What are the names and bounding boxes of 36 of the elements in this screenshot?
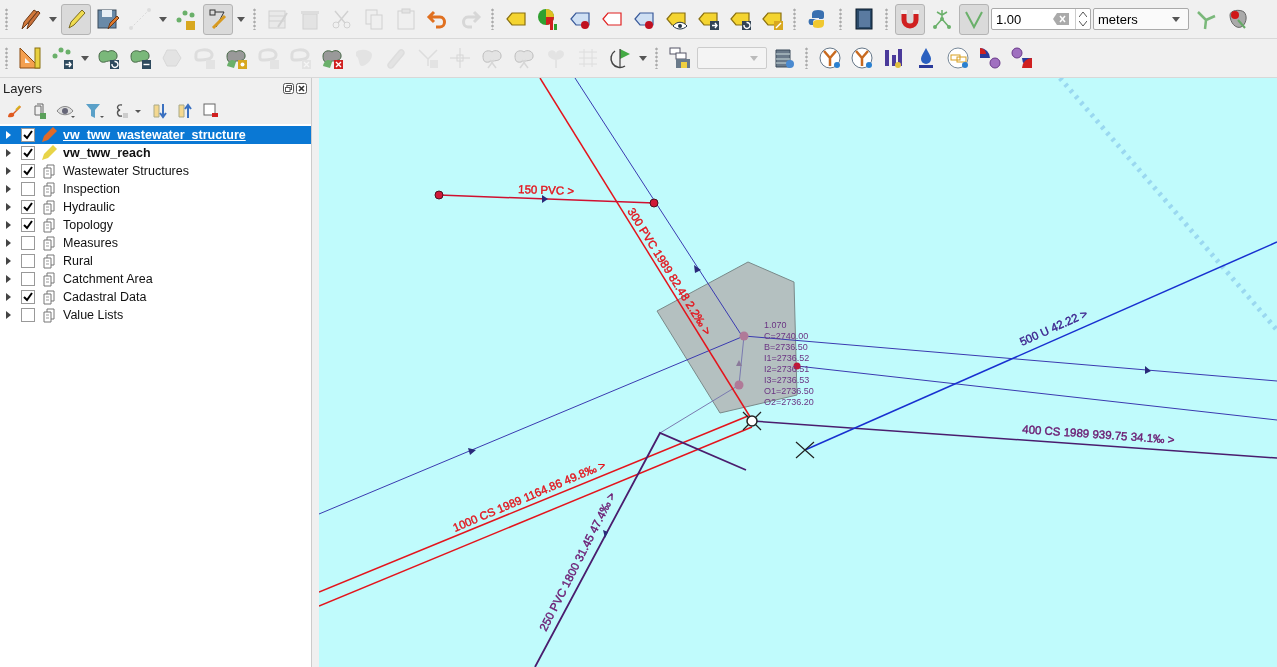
node-attribute: B=2736.50 (764, 342, 808, 352)
layer-name: Catchment Area (63, 272, 153, 286)
layer-row[interactable]: vw_tww_wastewater_structure (0, 126, 311, 144)
layer-name: Hydraulic (63, 200, 116, 214)
layer-row[interactable]: Value Lists (0, 306, 311, 324)
layer-name: Measures (63, 236, 118, 250)
layer-name: Inspection (63, 182, 120, 196)
node-attribute: O2=2736.20 (764, 397, 814, 407)
layer-name: Rural (63, 254, 93, 268)
pipe-label: 400 CS 1989 939.75 34.1‰ > (1021, 423, 1175, 446)
layer-name: Wastewater Structures (63, 164, 189, 178)
node-attribute: 1.070 (764, 320, 787, 330)
node-attribute: I1=2736.52 (764, 353, 810, 363)
layer-name: Topology (63, 218, 114, 232)
layer-row[interactable]: Topology (0, 216, 311, 234)
layer-row[interactable]: Rural (0, 252, 311, 270)
node-attribute: I3=2736.53 (764, 375, 810, 385)
node-attribute: I2=2736.51 (764, 364, 810, 374)
layer-row[interactable]: Cadastral Data (0, 288, 311, 306)
layer-row[interactable]: Catchment Area (0, 270, 311, 288)
layer-name: vw_tww_reach (63, 146, 151, 160)
layer-row[interactable]: vw_tww_reach (0, 144, 311, 162)
layer-name: Cadastral Data (63, 290, 147, 304)
layer-name: vw_tww_wastewater_structure (63, 128, 246, 142)
layer-name: Value Lists (63, 308, 124, 322)
pipe-label: 500 U 42.22 > (1017, 307, 1090, 348)
node-attribute: C=2740.00 (764, 331, 809, 341)
units-dropdown[interactable]: meters (1093, 8, 1189, 30)
layer-row[interactable]: Measures (0, 234, 311, 252)
pipe-label: 150 PVC > (517, 183, 575, 197)
panel-title: Layers (3, 80, 43, 96)
layer-row[interactable]: Wastewater Structures (0, 162, 311, 180)
node-attribute: O1=2736.50 (764, 386, 814, 396)
layer-row[interactable]: Hydraulic (0, 198, 311, 216)
layer-row[interactable]: Inspection (0, 180, 311, 198)
tolerance-field[interactable]: 1.00 (991, 8, 1091, 30)
